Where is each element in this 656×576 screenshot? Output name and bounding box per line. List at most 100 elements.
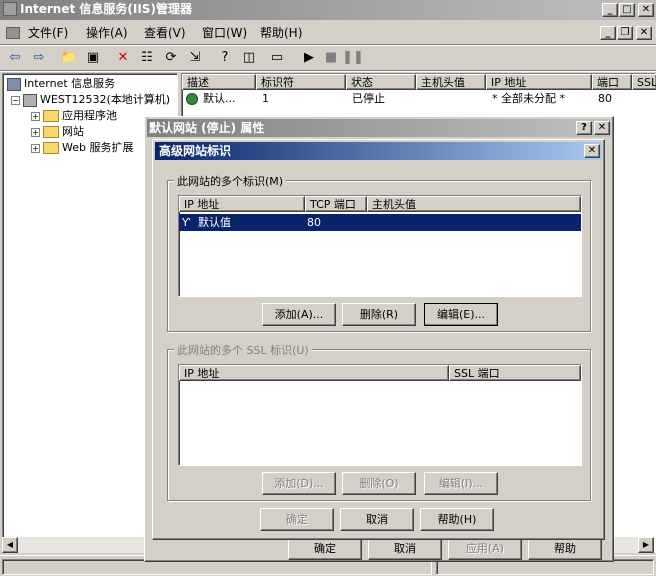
ssl-remove-button[interactable]: 删除(O) — [342, 472, 416, 495]
expand-icon[interactable]: + — [31, 111, 40, 121]
ssl-add-button[interactable]: 添加(D)... — [262, 472, 336, 495]
identity-add-button[interactable]: 添加(A)... — [262, 303, 336, 326]
expand-icon[interactable]: + — [31, 127, 40, 137]
menu-action[interactable]: 操作(A) — [86, 24, 128, 42]
scroll-right-button[interactable]: ▶ — [638, 537, 654, 553]
globe-icon — [186, 93, 198, 105]
advanced-ok-button[interactable]: 确定 — [260, 508, 334, 531]
col-port[interactable]: 端口 — [592, 74, 632, 90]
forward-icon[interactable]: ⇨ — [28, 47, 50, 69]
maximize-button[interactable]: □ — [619, 3, 635, 17]
folder-icon — [43, 126, 59, 138]
back-icon[interactable]: ⇦ — [4, 47, 26, 69]
advanced-help-button[interactable]: 帮助(H) — [420, 508, 494, 531]
ssl-edit-button[interactable]: 编辑(I)... — [424, 472, 498, 495]
identities-group: 此网站的多个标识(M) IP 地址 TCP 端口 主机头值 Ƴ 默认值 80 添… — [167, 173, 591, 332]
menu-help[interactable]: 帮助(H) — [260, 24, 302, 42]
ssl-group-label: 此网站的多个 SSL 标识(U) — [174, 342, 312, 358]
advanced-close-button[interactable]: ✕ — [584, 144, 600, 158]
delete-icon[interactable]: ✕ — [112, 47, 134, 69]
properties-help-text-button[interactable]: 帮助 — [528, 537, 602, 560]
identity-edit-button[interactable]: 编辑(E)... — [424, 303, 498, 326]
col-ssl-ip-address[interactable]: IP 地址 — [179, 365, 449, 381]
row-id: 1 — [262, 92, 269, 105]
col-ip[interactable]: IP 地址 — [486, 74, 592, 90]
tree-root-label: Internet 信息服务 — [24, 77, 116, 90]
mdi-restore-button[interactable]: ❐ — [617, 26, 633, 40]
help-icon[interactable]: ? — [214, 47, 236, 69]
tree-item-label: 应用程序池 — [62, 109, 117, 122]
row-ip-value: 默认值 — [198, 216, 231, 229]
pause-icon[interactable]: ❚❚ — [342, 47, 364, 69]
col-status[interactable]: 状态 — [346, 74, 416, 90]
show-tree-icon[interactable]: ▣ — [82, 47, 104, 69]
properties-title: 默认网站 (停止) 属性 — [149, 121, 265, 135]
export-icon[interactable]: ⇲ — [184, 47, 206, 69]
col-desc[interactable]: 描述 — [182, 74, 256, 90]
table-row[interactable]: Ƴ 默认值 80 — [179, 214, 581, 231]
menu-app-icon — [6, 27, 20, 39]
row-port-value: 80 — [307, 216, 321, 229]
ssl-identities-list: IP 地址 SSL 端口 — [178, 364, 582, 466]
iis-app-icon — [3, 2, 17, 16]
advanced-cancel-button[interactable]: 取消 — [340, 508, 414, 531]
scroll-left-button[interactable]: ◀ — [2, 537, 18, 553]
mdi-close-button[interactable]: ✕ — [636, 26, 652, 40]
tree-server-label: WEST12532(本地计算机) — [40, 93, 171, 106]
menu-view[interactable]: 查看(V) — [144, 24, 186, 42]
identities-group-label: 此网站的多个标识(M) — [174, 173, 287, 189]
collapse-icon[interactable]: − — [11, 95, 20, 105]
advanced-identity-dialog: 高级网站标识 ✕ 此网站的多个标识(M) IP 地址 TCP 端口 主机头值 Ƴ… — [152, 139, 605, 540]
ssl-identities-group: 此网站的多个 SSL 标识(U) IP 地址 SSL 端口 添加(D)... 删… — [167, 342, 591, 501]
iis-root-icon — [7, 77, 21, 91]
toolbar-separator-top — [0, 44, 656, 46]
folder-icon — [43, 110, 59, 122]
tree-root[interactable]: Internet 信息服务 — [7, 76, 115, 92]
menu-file[interactable]: 文件(F) — [28, 24, 68, 42]
table-row[interactable]: 默认... 1 已停止 * 全部未分配 * 80 — [182, 91, 656, 107]
expand-icon[interactable]: + — [31, 143, 40, 153]
mdi-minimize-button[interactable]: _ — [600, 26, 616, 40]
properties-close-button[interactable]: ✕ — [594, 121, 610, 135]
identities-list: IP 地址 TCP 端口 主机头值 Ƴ 默认值 80 — [178, 195, 582, 297]
col-ssl[interactable]: SSL — [632, 74, 656, 90]
row-port: 80 — [598, 92, 612, 105]
computer-icon[interactable]: ▭ — [266, 47, 288, 69]
col-host-header[interactable]: 主机头值 — [367, 196, 581, 212]
properties-cancel-button[interactable]: 取消 — [368, 537, 442, 560]
row-desc: 默认... — [203, 92, 236, 105]
tree-server[interactable]: − WEST12532(本地计算机) — [11, 92, 170, 108]
advanced-title-bar: 高级网站标识 — [155, 142, 602, 160]
col-ssl-port[interactable]: SSL 端口 — [449, 365, 581, 381]
properties-icon[interactable]: ☷ — [136, 47, 158, 69]
refresh-icon[interactable]: ⟳ — [160, 47, 182, 69]
folder-icon — [43, 142, 59, 154]
close-button[interactable]: ✕ — [638, 3, 654, 17]
tree-item-label: 网站 — [62, 125, 84, 138]
server-icon — [23, 93, 37, 107]
col-id[interactable]: 标识符 — [256, 74, 346, 90]
row-ip: * 全部未分配 * — [492, 92, 565, 105]
main-title-bar: Internet 信息服务(IIS)管理器 — [0, 0, 656, 20]
start-icon[interactable]: ▶ — [298, 47, 320, 69]
minimize-button[interactable]: _ — [602, 3, 618, 17]
properties-help-button[interactable]: ? — [576, 121, 592, 135]
menu-window[interactable]: 窗口(W) — [202, 24, 247, 42]
tree-item-label: Web 服务扩展 — [62, 141, 134, 154]
stop-icon[interactable]: ■ — [320, 47, 342, 69]
up-folder-icon[interactable]: 📁 — [58, 47, 80, 69]
identity-remove-button[interactable]: 删除(R) — [342, 303, 416, 326]
properties-apply-button[interactable]: 应用(A) — [448, 537, 522, 560]
console-icon[interactable]: ◫ — [238, 47, 260, 69]
col-host[interactable]: 主机头值 — [416, 74, 486, 90]
col-tcp-port[interactable]: TCP 端口 — [305, 196, 367, 212]
app-title: Internet 信息服务(IIS)管理器 — [20, 2, 192, 16]
col-ip-address[interactable]: IP 地址 — [179, 196, 305, 212]
tree-item-app-pools[interactable]: + 应用程序池 — [31, 108, 117, 124]
toolbar-separator-bottom — [0, 70, 656, 72]
tree-item-websites[interactable]: + 网站 — [31, 124, 84, 140]
advanced-title: 高级网站标识 — [159, 144, 232, 158]
network-icon: Ƴ — [182, 216, 191, 229]
properties-ok-button[interactable]: 确定 — [288, 537, 362, 560]
tree-item-web-extensions[interactable]: + Web 服务扩展 — [31, 140, 133, 156]
